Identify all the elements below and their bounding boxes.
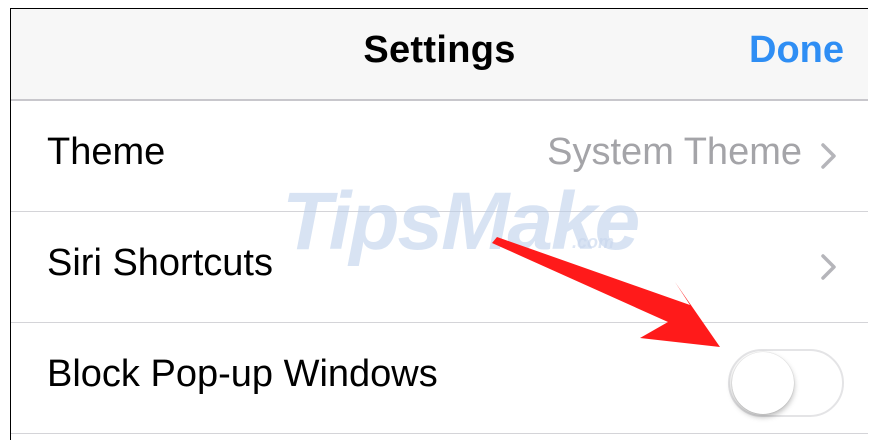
setting-row-block-popups: Block Pop-up Windows <box>11 323 868 433</box>
navigation-bar: Settings Done <box>11 9 868 101</box>
setting-row-theme[interactable]: Theme System Theme <box>11 101 868 211</box>
row-label: Theme <box>47 131 166 173</box>
row-divider <box>11 433 868 434</box>
row-label: Siri Shortcuts <box>47 242 273 284</box>
chevron-right-icon <box>821 254 836 280</box>
row-label: Block Pop-up Windows <box>47 353 438 395</box>
toggle-knob <box>732 352 794 414</box>
setting-row-siri-shortcuts[interactable]: Siri Shortcuts <box>11 212 868 322</box>
chevron-right-icon <box>821 143 836 169</box>
settings-screen: Settings Done Theme System Theme Siri Sh… <box>10 8 868 440</box>
row-value: System Theme <box>547 131 802 173</box>
page-title: Settings <box>363 29 516 71</box>
done-button[interactable]: Done <box>749 29 844 72</box>
block-popups-toggle[interactable] <box>728 349 844 417</box>
